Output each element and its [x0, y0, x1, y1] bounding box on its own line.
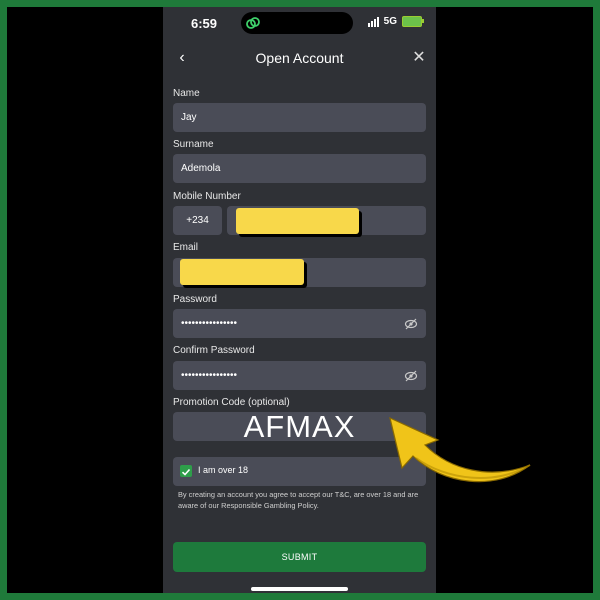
age-checkbox[interactable]	[180, 465, 192, 477]
signal-icon	[367, 16, 379, 27]
name-label: Name	[173, 88, 200, 99]
name-input[interactable]: Jay	[173, 103, 426, 132]
phone-screen: 6:59 5G ‹ Open Account ✕ Name Jay Surnam…	[163, 7, 436, 593]
status-time: 6:59	[191, 16, 218, 31]
submit-button[interactable]: SUBMIT	[173, 542, 426, 572]
close-icon[interactable]: ✕	[410, 49, 428, 67]
password-label: Password	[173, 294, 217, 305]
confirm-password-label: Confirm Password	[173, 345, 255, 356]
promo-code-input[interactable]: AFMAX	[173, 409, 426, 444]
confirm-password-value: ••••••••••••••••	[181, 370, 238, 381]
country-code-select[interactable]: +234	[173, 206, 222, 235]
home-indicator	[251, 587, 348, 591]
redaction-mark	[236, 208, 359, 234]
network-label: 5G	[383, 16, 397, 27]
check-icon	[181, 468, 191, 476]
mobile-label: Mobile Number	[173, 191, 241, 202]
page-title: Open Account	[255, 50, 344, 66]
eye-off-icon[interactable]	[404, 369, 418, 383]
link-icon	[246, 17, 260, 29]
promo-code-value: AFMAX	[243, 409, 356, 444]
promo-code-label: Promotion Code (optional)	[173, 397, 290, 408]
nav-bar: ‹ Open Account ✕	[163, 45, 436, 73]
redaction-mark	[180, 259, 304, 285]
confirm-password-input[interactable]: ••••••••••••••••	[173, 361, 426, 390]
password-value: ••••••••••••••••	[181, 318, 238, 329]
dynamic-island	[241, 12, 353, 34]
surname-input[interactable]: Ademola	[173, 154, 426, 183]
status-bar: 6:59 5G	[163, 7, 436, 39]
status-icons: 5G	[367, 16, 424, 27]
age-checkbox-label: I am over 18	[198, 465, 249, 475]
eye-off-icon[interactable]	[404, 317, 418, 331]
surname-label: Surname	[173, 139, 214, 150]
age-confirm-row[interactable]: I am over 18	[173, 457, 426, 486]
password-input[interactable]: ••••••••••••••••	[173, 309, 426, 338]
terms-text: By creating an account you agree to acce…	[178, 490, 419, 510]
email-label: Email	[173, 242, 199, 253]
battery-icon	[402, 16, 424, 27]
